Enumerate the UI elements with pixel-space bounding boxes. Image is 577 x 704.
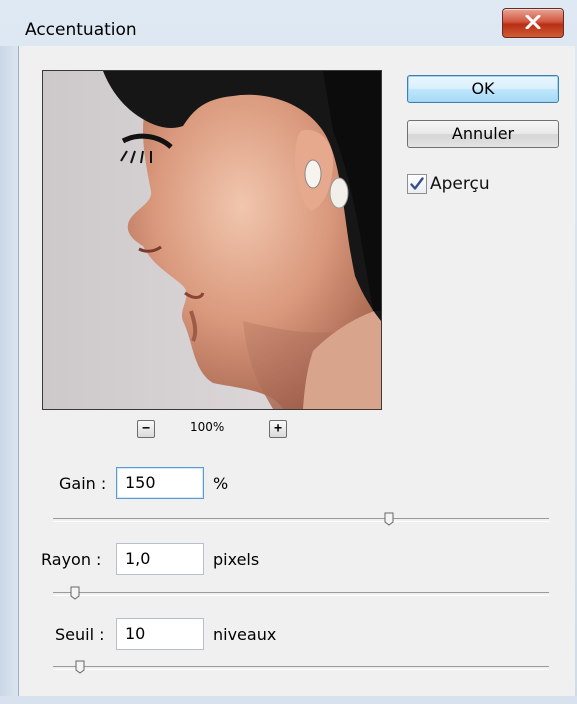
seuil-field[interactable]: 10	[116, 618, 204, 650]
seuil-slider-thumb[interactable]	[75, 660, 85, 674]
rayon-slider-track[interactable]	[53, 592, 549, 596]
seuil-unit: niveaux	[213, 625, 277, 644]
gain-field[interactable]: 150	[116, 467, 204, 499]
window-title: Accentuation	[25, 20, 137, 40]
preview-image[interactable]	[42, 70, 382, 410]
cancel-button[interactable]: Annuler	[407, 120, 559, 148]
rayon-slider-thumb[interactable]	[70, 586, 80, 600]
checkmark-icon	[410, 177, 424, 190]
close-icon	[525, 15, 541, 29]
zoom-out-button[interactable]: −	[137, 420, 155, 438]
preview-checkbox-label[interactable]: Aperçu	[430, 174, 490, 194]
close-button[interactable]	[502, 8, 564, 38]
preview-portrait-drawing	[43, 71, 381, 409]
title-bar[interactable]: Accentuation	[0, 0, 577, 46]
rayon-unit: pixels	[213, 550, 260, 569]
window-border-left	[0, 46, 18, 704]
preview-checkbox[interactable]	[407, 174, 427, 194]
seuil-slider-track[interactable]	[53, 666, 549, 670]
rayon-field[interactable]: 1,0	[116, 543, 204, 575]
zoom-in-button[interactable]: +	[269, 420, 287, 438]
ok-button[interactable]: OK	[407, 75, 559, 103]
seuil-label: Seuil :	[55, 625, 105, 644]
zoom-level-label: 100%	[190, 420, 225, 434]
gain-unit: %	[213, 474, 229, 493]
gain-slider-thumb[interactable]	[384, 512, 394, 526]
dialog-window: Accentuation − 100% + OK Annuler Aperçu …	[0, 0, 577, 704]
gain-label: Gain :	[59, 474, 107, 493]
window-border-bottom	[0, 696, 577, 704]
rayon-label: Rayon :	[41, 550, 102, 569]
gain-slider-track[interactable]	[53, 518, 549, 522]
